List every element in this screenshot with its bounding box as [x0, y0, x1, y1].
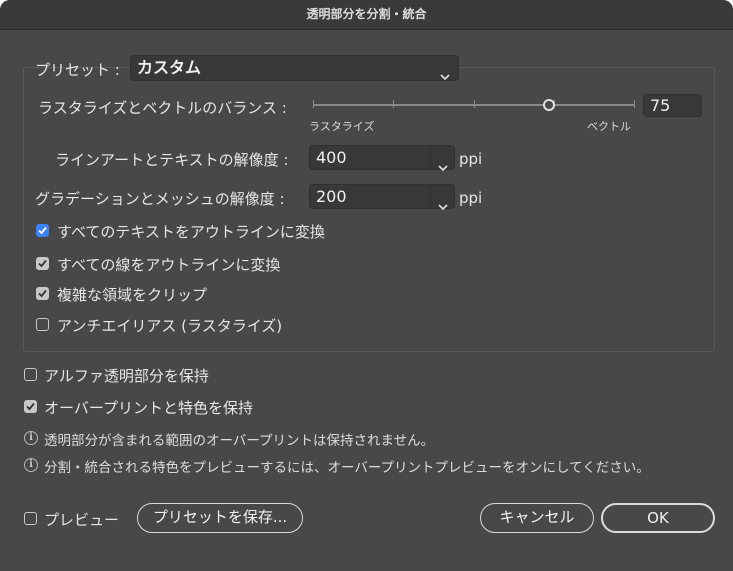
preserve-overprint-checkbox[interactable] — [24, 400, 37, 413]
anti-alias-checkbox[interactable] — [36, 318, 49, 331]
line-art-unit: ppi — [459, 150, 483, 168]
clip-complex-regions-label: 複雑な領域をクリップ — [57, 286, 208, 304]
slider-tick — [313, 100, 314, 108]
balance-slider-knob[interactable] — [543, 99, 555, 111]
save-preset-button[interactable]: プリセットを保存... — [137, 503, 303, 533]
slider-left-label: ラスタライズ — [309, 120, 375, 133]
slider-right-label: ベクトル — [587, 120, 631, 133]
convert-strokes-outlines-checkbox[interactable] — [36, 257, 49, 270]
convert-text-outlines-checkbox[interactable] — [36, 224, 49, 237]
preserve-alpha-checkbox[interactable] — [24, 368, 37, 381]
gradient-unit: ppi — [459, 189, 483, 207]
preset-label: プリセット : — [35, 61, 120, 79]
chevron-down-icon — [440, 64, 450, 88]
slider-tick — [634, 100, 635, 108]
balance-value-input[interactable]: 75 — [643, 94, 702, 117]
convert-strokes-outlines-label: すべての線をアウトラインに変換 — [57, 256, 281, 274]
slider-tick — [393, 100, 394, 108]
cancel-button[interactable]: キャンセル — [480, 503, 594, 533]
anti-alias-label: アンチエイリアス (ラスタライズ) — [57, 317, 283, 335]
chevron-down-icon — [438, 194, 448, 217]
info-message-preview: 分割・統合される特色をプレビューするには、オーバープリントプレビューをオンにして… — [44, 460, 650, 476]
line-art-label: ラインアートとテキストの解像度 : — [55, 151, 289, 169]
preview-label: プレビュー — [44, 511, 120, 529]
preset-value: カスタム — [137, 58, 202, 77]
chevron-down-icon — [438, 155, 448, 178]
balance-value: 75 — [650, 96, 671, 115]
line-art-resolution-combo[interactable]: 400 — [309, 145, 455, 172]
preset-select[interactable]: カスタム — [130, 55, 459, 81]
ok-button[interactable]: OK — [601, 503, 715, 533]
gradient-resolution-combo[interactable]: 200 — [309, 184, 455, 211]
gradient-label: グラデーションとメッシュの解像度 : — [35, 190, 285, 208]
gradient-dropdown-button[interactable] — [430, 185, 454, 211]
preserve-alpha-label: アルファ透明部分を保持 — [44, 367, 209, 385]
info-icon: i — [24, 431, 38, 445]
convert-text-outlines-label: すべてのテキストをアウトラインに変換 — [57, 223, 325, 241]
dialog-title: 透明部分を分割・統合 — [0, 0, 733, 30]
gradient-value: 200 — [316, 187, 347, 206]
line-art-dropdown-button[interactable] — [430, 146, 454, 172]
preserve-overprint-label: オーバープリントと特色を保持 — [44, 399, 253, 417]
clip-complex-regions-checkbox[interactable] — [36, 287, 49, 300]
info-message-overprint: 透明部分が含まれる範囲のオーバープリントは保持されません。 — [44, 433, 435, 449]
preview-checkbox[interactable] — [24, 512, 37, 525]
info-icon: i — [24, 458, 38, 472]
line-art-value: 400 — [316, 148, 347, 167]
balance-label: ラスタライズとベクトルのバランス : — [38, 99, 287, 117]
slider-tick — [474, 100, 475, 108]
flatten-transparency-dialog: 透明部分を分割・統合 プリセット : カスタム ラスタライズとベクトルのバランス… — [0, 0, 733, 571]
